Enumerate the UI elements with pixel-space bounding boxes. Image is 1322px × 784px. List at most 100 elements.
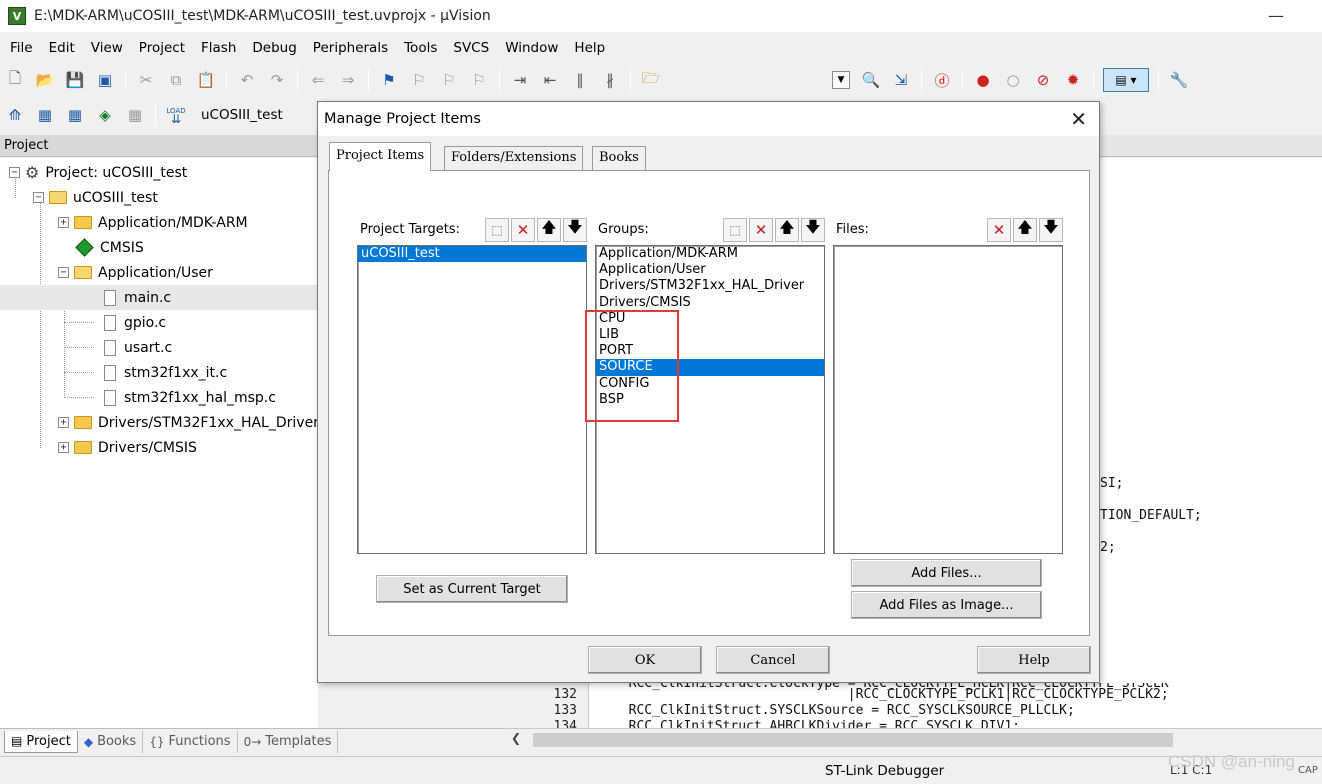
undo-icon[interactable]: ↶ (236, 69, 258, 91)
clear-bookmarks-icon[interactable]: ⚐ (468, 69, 490, 91)
tree-file[interactable]: usart.c (104, 335, 172, 360)
unindent-icon[interactable]: ⇤ (539, 69, 561, 91)
disable-breakpoints-icon[interactable]: ⊘ (1032, 69, 1054, 91)
collapse-icon[interactable]: − (33, 192, 44, 203)
collapse-icon[interactable]: − (58, 267, 69, 278)
set-current-target-button[interactable]: Set as Current Target (376, 575, 568, 603)
comment-icon[interactable]: ∥ (569, 69, 591, 91)
redo-icon[interactable]: ↷ (266, 69, 288, 91)
list-item[interactable]: Drivers/STM32F1xx_HAL_Driver (596, 278, 824, 294)
menu-edit[interactable]: Edit (41, 40, 83, 56)
move-up-icon[interactable]: 🡅 (775, 217, 799, 242)
tab-project-items[interactable]: Project Items (329, 142, 432, 171)
rebuild-icon[interactable]: ▦ (64, 104, 86, 126)
navigate-forward-icon[interactable]: ⇒ (337, 69, 359, 91)
collapse-icon[interactable]: − (9, 167, 20, 178)
batch-build-icon[interactable]: ◈ (94, 104, 116, 126)
move-down-icon[interactable]: 🡇 (801, 217, 825, 242)
tree-component[interactable]: CMSIS (74, 235, 144, 260)
delete-target-icon[interactable]: ✕ (511, 217, 535, 242)
tree-group[interactable]: + Application/MDK-ARM (58, 210, 248, 235)
tab-books[interactable]: Books (592, 146, 646, 170)
files-list[interactable] (833, 245, 1063, 554)
add-files-as-image-button[interactable]: Add Files as Image... (851, 591, 1042, 619)
move-down-icon[interactable]: 🡇 (1039, 217, 1063, 242)
menu-project[interactable]: Project (131, 40, 193, 56)
tree-file[interactable]: stm32f1xx_it.c (104, 360, 227, 385)
tab-templates[interactable]: 0→ Templates (238, 730, 339, 753)
code-editor[interactable]: SI; TION_DEFAULT; 2; (1100, 158, 1322, 728)
menu-file[interactable]: File (2, 40, 41, 56)
build-icon[interactable]: ▦ (34, 104, 56, 126)
list-item[interactable]: Drivers/CMSIS (596, 295, 824, 311)
ok-button[interactable]: OK (588, 646, 702, 674)
uncomment-icon[interactable]: ∦ (599, 69, 621, 91)
list-item[interactable]: Application/MDK-ARM (596, 246, 824, 262)
move-up-icon[interactable]: 🡅 (537, 217, 561, 242)
new-group-icon[interactable]: ⬚ (723, 217, 747, 242)
target-select[interactable]: uCOSIII_test (201, 107, 283, 123)
menu-help[interactable]: Help (566, 40, 613, 56)
menu-tools[interactable]: Tools (396, 40, 445, 56)
tree-group[interactable]: + Drivers/CMSIS (58, 435, 197, 460)
delete-file-icon[interactable]: ✕ (987, 217, 1011, 242)
scroll-left-icon[interactable]: ❮ (511, 731, 521, 745)
list-item[interactable]: Application/User (596, 262, 824, 278)
find-in-files-icon[interactable]: 🗁 (640, 69, 662, 91)
tree-group[interactable]: − Application/User (58, 260, 213, 285)
tree-file[interactable]: stm32f1xx_hal_msp.c (104, 385, 276, 410)
expand-icon[interactable]: + (58, 417, 69, 428)
save-icon[interactable]: 💾 (64, 69, 86, 91)
menu-svcs[interactable]: SVCS (445, 40, 497, 56)
cancel-button[interactable]: Cancel (716, 646, 830, 674)
move-up-icon[interactable]: 🡅 (1013, 217, 1037, 242)
targets-list[interactable]: uCOSIII_test (357, 245, 587, 554)
editor-horizontal-scrollbar[interactable]: ❮ (505, 728, 1322, 750)
delete-group-icon[interactable]: ✕ (749, 217, 773, 242)
download-icon[interactable]: LOAD ⇊ (165, 104, 187, 126)
enable-breakpoint-icon[interactable]: ○ (1002, 69, 1024, 91)
new-file-icon[interactable]: 🗋 (4, 69, 26, 91)
expand-icon[interactable]: + (58, 442, 69, 453)
tab-folders-extensions[interactable]: Folders/Extensions (444, 146, 584, 170)
tree-project-root[interactable]: − ⚙ Project: uCOSIII_test (9, 160, 187, 185)
tab-project[interactable]: ▤ Project (4, 730, 78, 753)
scrollbar-thumb[interactable] (533, 733, 1173, 747)
menu-flash[interactable]: Flash (193, 40, 244, 56)
insert-breakpoint-icon[interactable]: ● (972, 69, 994, 91)
tab-books[interactable]: ◆ Books (78, 730, 144, 753)
move-down-icon[interactable]: 🡇 (563, 217, 587, 242)
incremental-find-icon[interactable]: ⇲ (890, 69, 912, 91)
menu-peripherals[interactable]: Peripherals (305, 40, 396, 56)
open-file-icon[interactable]: 📂 (34, 69, 56, 91)
configure-tools-icon[interactable]: 🔧 (1168, 69, 1190, 91)
stop-build-icon[interactable]: ▦ (124, 104, 146, 126)
menu-view[interactable]: View (83, 40, 131, 56)
tree-group[interactable]: + Drivers/STM32F1xx_HAL_Driver (58, 410, 319, 435)
list-item[interactable]: uCOSIII_test (358, 246, 586, 263)
next-bookmark-icon[interactable]: ⚐ (438, 69, 460, 91)
bookmark-icon[interactable]: ⚑ (378, 69, 400, 91)
menu-window[interactable]: Window (497, 40, 566, 56)
expand-icon[interactable]: + (58, 217, 69, 228)
tree-target[interactable]: − uCOSIII_test (33, 185, 158, 210)
code-editor-lines[interactable]: RCC_ClkInitStruct.ClockType = RCC_CLOCKT… (505, 683, 1322, 728)
copy-icon[interactable]: ⧉ (165, 69, 187, 91)
add-files-button[interactable]: Add Files... (851, 559, 1042, 587)
paste-icon[interactable]: 📋 (195, 69, 217, 91)
minimize-button[interactable]: — (1268, 6, 1284, 25)
indent-icon[interactable]: ⇥ (509, 69, 531, 91)
translate-icon[interactable]: ⟰ (4, 104, 26, 126)
cut-icon[interactable]: ✂ (135, 69, 157, 91)
find-icon[interactable]: 🔍 (860, 69, 882, 91)
close-icon[interactable]: ✕ (1070, 107, 1087, 131)
menu-debug[interactable]: Debug (244, 40, 304, 56)
tab-functions[interactable]: {} Functions (143, 730, 238, 753)
tree-file[interactable]: gpio.c (104, 310, 166, 335)
find-combo-dropdown-icon[interactable]: ▼ (832, 71, 850, 89)
help-button[interactable]: Help (977, 646, 1091, 674)
start-debug-icon[interactable]: ⓓ (931, 69, 953, 91)
window-layout-icon[interactable]: ▤ ▾ (1103, 68, 1149, 92)
kill-breakpoints-icon[interactable]: ✹ (1062, 69, 1084, 91)
save-all-icon[interactable]: ▣ (94, 69, 116, 91)
